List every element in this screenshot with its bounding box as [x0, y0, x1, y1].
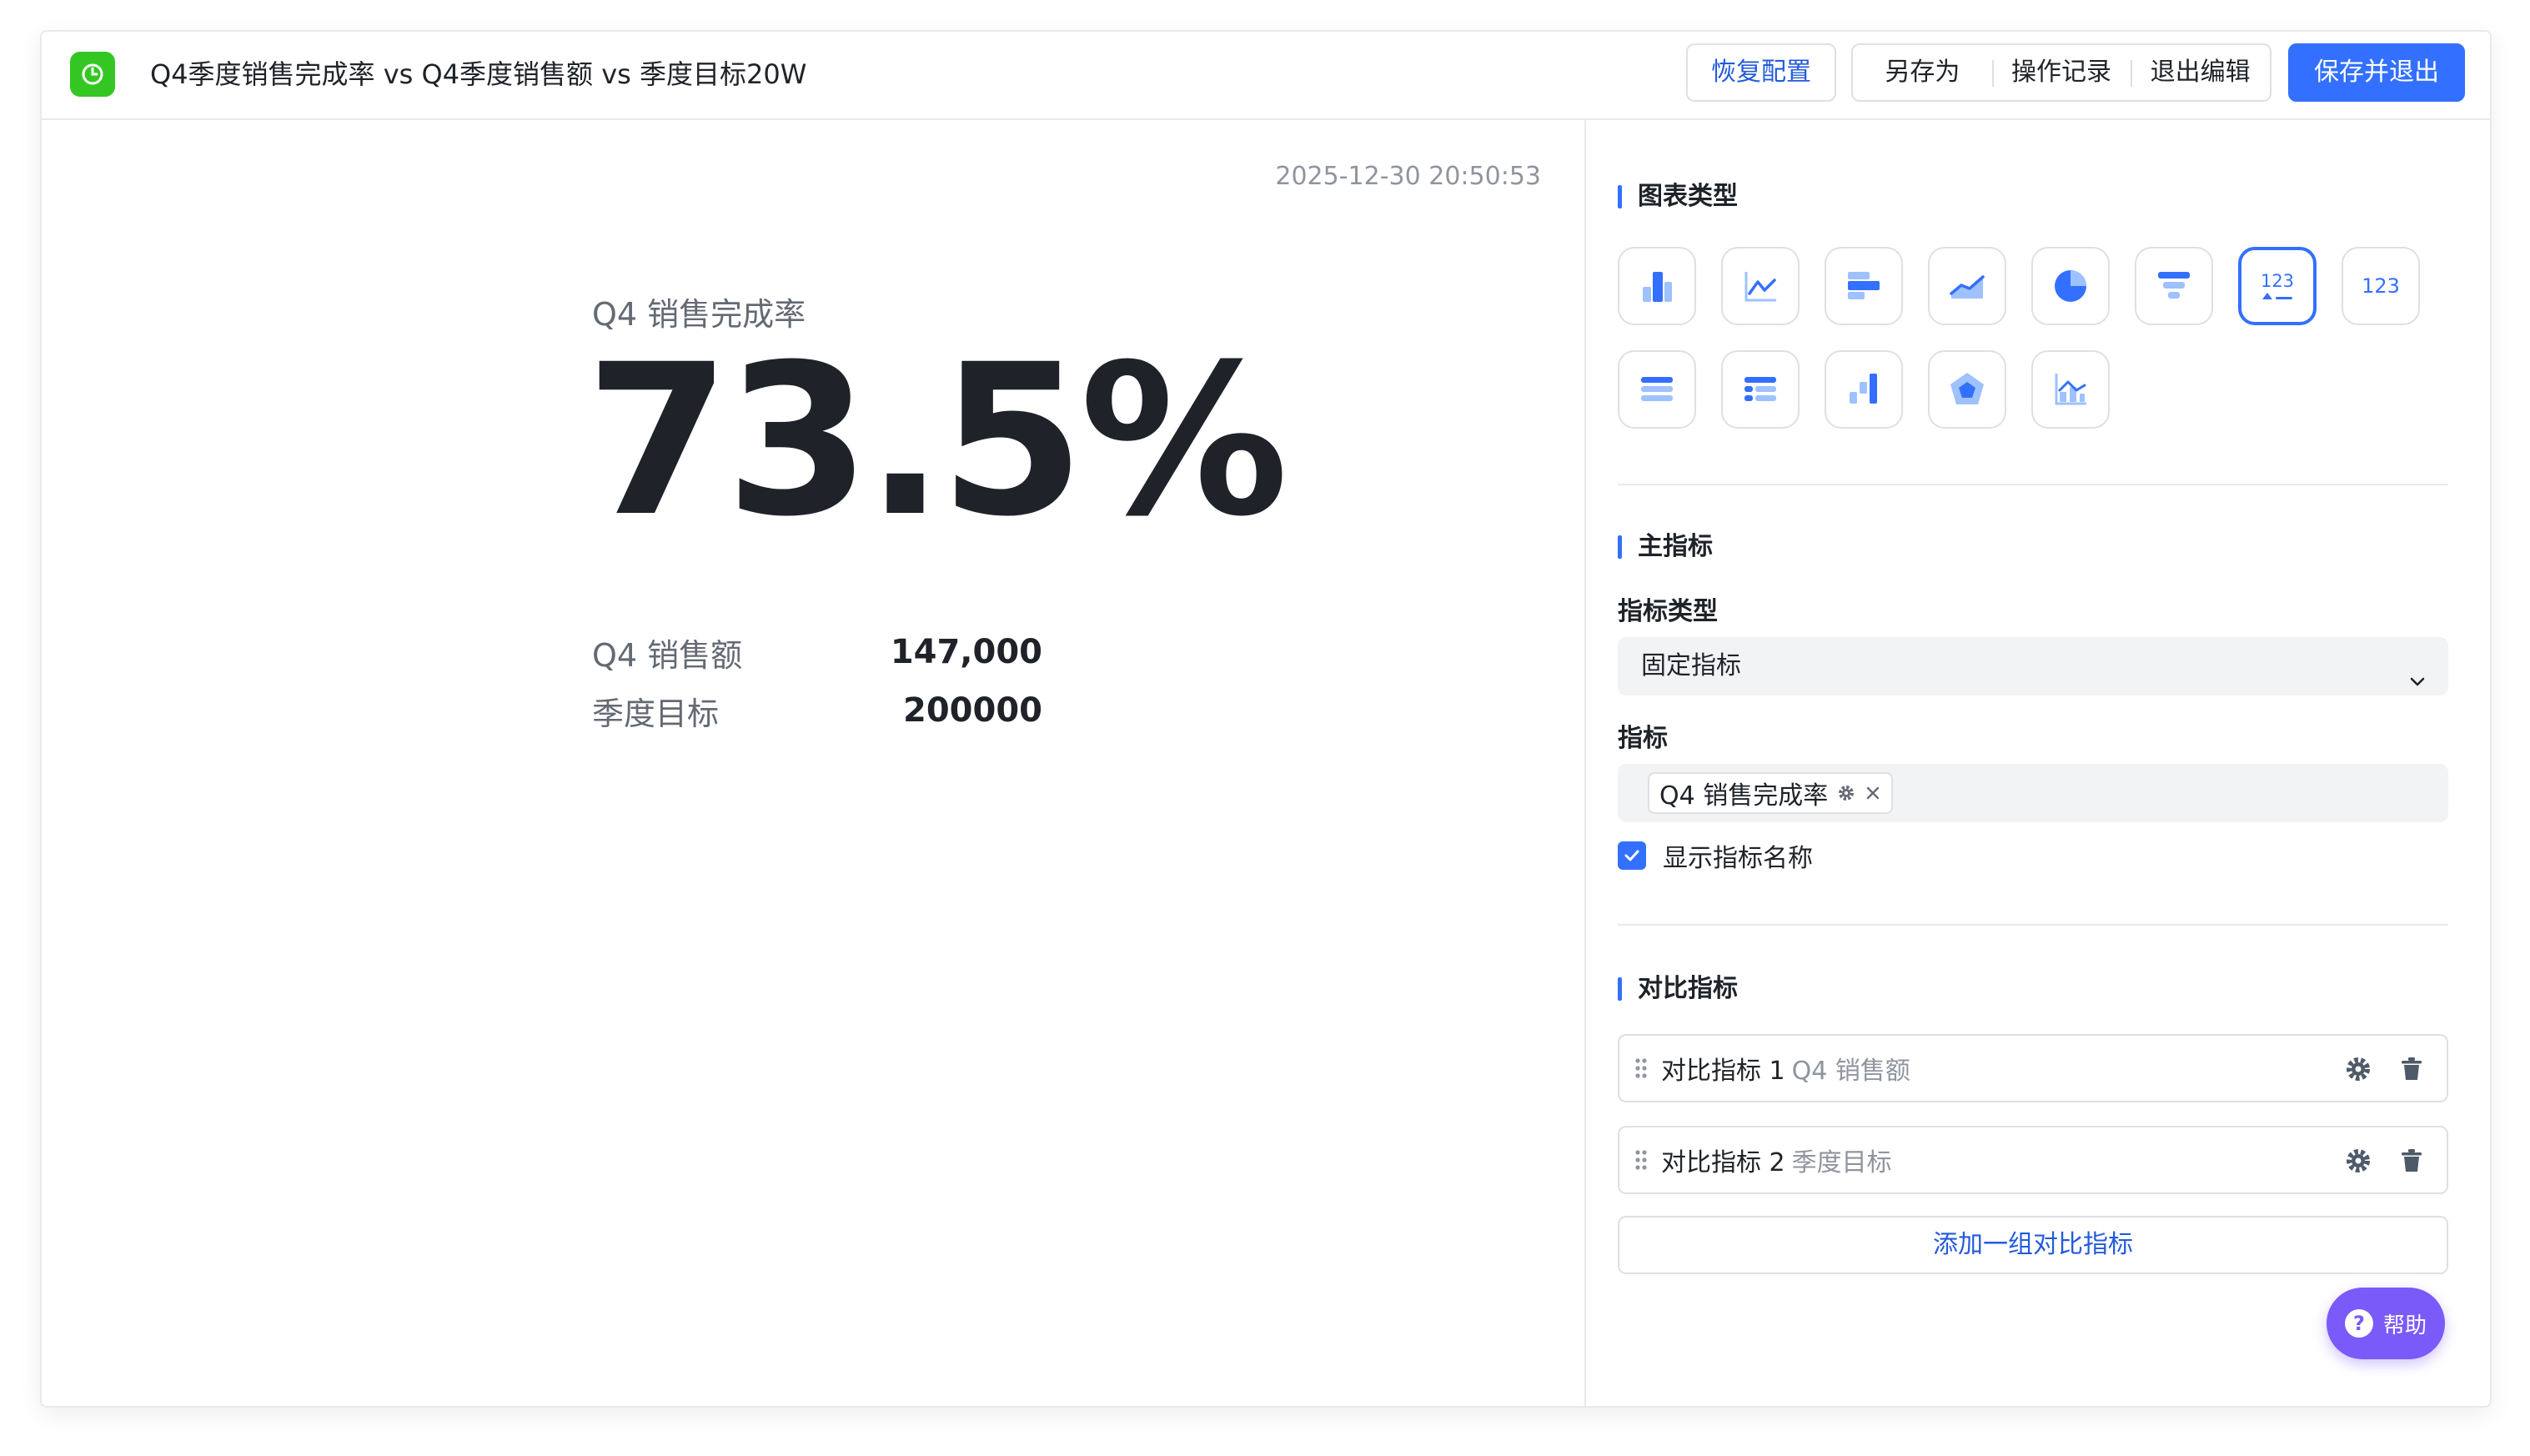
metric-type-select[interactable]: 固定指标 [1618, 637, 2448, 695]
metric-card-icon: 123 [2362, 274, 2400, 298]
restore-config-button[interactable]: 恢复配置 [1686, 43, 1836, 102]
header-bar: Q4季度销售完成率 vs Q4季度销售额 vs 季度目标20W 恢复配置 另存为… [42, 32, 2490, 120]
help-label: 帮助 [2382, 1313, 2427, 1338]
svg-text:123: 123 [2362, 274, 2400, 298]
funnel-chart-icon [2158, 272, 2190, 299]
comparison-row: Q4 销售额 147,000 [592, 627, 1042, 677]
gear-icon[interactable] [2343, 1146, 2373, 1179]
section-divider [1618, 924, 2448, 926]
editor-window: Q4季度销售完成率 vs Q4季度销售额 vs 季度目标20W 恢复配置 另存为… [40, 30, 2492, 1408]
comparison-value: 147,000 [890, 633, 1042, 671]
exit-edit-button[interactable]: 退出编辑 [2131, 45, 2270, 100]
area-chart-icon [1950, 275, 1985, 299]
check-icon [1624, 850, 1639, 861]
compare-metric-name: 对比指标 1 [1661, 1057, 1785, 1086]
comparison-value: 200000 [903, 691, 1042, 730]
chart-type-area[interactable] [1928, 247, 2006, 325]
compare-metric-item[interactable]: 对比指标 1 Q4 销售额 [1618, 1034, 2448, 1102]
chart-type-horizontal-bar[interactable] [1825, 247, 1903, 325]
chart-type-waterfall[interactable] [1825, 350, 1903, 429]
chart-canvas: 2025-12-30 20:50:53 Q4 销售完成率 73.5% Q4 销售… [42, 120, 1586, 1406]
timestamp: 2025-12-30 20:50:53 [1275, 162, 1541, 191]
close-icon[interactable] [1865, 785, 1881, 801]
main-metric-section-title: 主指标 [1618, 530, 1713, 564]
chart-type-metric-card[interactable]: 123 [2342, 247, 2420, 325]
horizontal-bar-icon [1848, 272, 1880, 299]
radar-chart-icon [1950, 373, 1984, 404]
metric-type-value: 固定指标 [1641, 651, 1741, 680]
compare-metric-name: 对比指标 2 [1661, 1148, 1785, 1177]
metric-label: 指标 [1618, 724, 1668, 753]
pivot-table-icon [1744, 377, 1776, 401]
comparison-label: Q4 销售额 [592, 636, 743, 674]
chart-type-funnel[interactable] [2135, 247, 2213, 325]
add-compare-metric-button[interactable]: 添加一组对比指标 [1618, 1216, 2448, 1274]
help-icon: ? [2344, 1309, 2373, 1338]
metric-card-trend-icon: 123 [2261, 271, 2294, 299]
show-metric-name-label: 显示指标名称 [1663, 844, 1813, 873]
compare-metric-item[interactable]: 对比指标 2 季度目标 [1618, 1126, 2448, 1194]
trash-icon[interactable] [2397, 1054, 2427, 1087]
chart-type-metric-card-trend[interactable]: 123 [2238, 247, 2317, 325]
gear-icon[interactable] [2343, 1054, 2373, 1087]
chart-type-line[interactable] [1721, 247, 1800, 325]
compare-metric-section-title: 对比指标 [1618, 972, 1738, 1006]
metric-type-label: 指标类型 [1618, 597, 1718, 626]
comparison-label: 季度目标 [592, 695, 720, 732]
chevron-down-icon [2407, 655, 2428, 714]
table-icon [1641, 377, 1673, 401]
save-as-button[interactable]: 另存为 [1853, 45, 1992, 100]
drag-handle-icon[interactable] [1633, 1147, 1649, 1172]
chart-type-combo[interactable] [2031, 350, 2110, 429]
gear-icon[interactable] [1836, 783, 1856, 803]
show-metric-name-option[interactable]: 显示指标名称 [1618, 839, 1813, 873]
metric-value: 73.5% [585, 319, 1288, 562]
chart-type-radar[interactable] [1928, 350, 2006, 429]
metric-tag[interactable]: Q4 销售完成率 [1648, 772, 1894, 814]
pie-chart-icon [2055, 270, 2086, 302]
chart-type-pie[interactable] [2031, 247, 2110, 325]
history-button[interactable]: 操作记录 [1991, 45, 2131, 100]
show-metric-name-checkbox[interactable] [1618, 841, 1646, 870]
save-and-exit-button[interactable]: 保存并退出 [2288, 43, 2465, 102]
config-panel: 图表类型 123 123 主指标 指标类型 固定指标 指标 Q4 销售完成率 显… [1588, 120, 2490, 1406]
comparison-row: 季度目标 200000 [592, 685, 1042, 736]
trash-icon[interactable] [2397, 1146, 2427, 1179]
combo-chart-icon [2055, 374, 2086, 405]
svg-text:123: 123 [2261, 271, 2294, 291]
chart-type-table[interactable] [1618, 350, 1696, 429]
metric-selector[interactable]: Q4 销售完成率 [1618, 764, 2448, 822]
section-divider [1618, 484, 2448, 485]
bar-chart-icon [1643, 272, 1672, 302]
compare-metric-source: Q4 销售额 [1791, 1057, 1910, 1086]
chart-type-bar[interactable] [1618, 247, 1696, 325]
compare-metric-source: 季度目标 [1791, 1148, 1892, 1177]
waterfall-chart-icon [1850, 374, 1877, 404]
app-logo-icon [70, 52, 115, 97]
chart-type-pivot-table[interactable] [1721, 350, 1800, 429]
chart-type-section-title: 图表类型 [1618, 180, 1738, 213]
action-button-group: 另存为 操作记录 退出编辑 [1851, 43, 2271, 102]
page-title: Q4季度销售完成率 vs Q4季度销售额 vs 季度目标20W [150, 58, 807, 90]
line-chart-icon [1744, 272, 1776, 302]
metric-tag-label: Q4 销售完成率 [1659, 781, 1829, 811]
help-button[interactable]: ? 帮助 [2327, 1288, 2445, 1359]
drag-handle-icon[interactable] [1633, 1056, 1649, 1081]
